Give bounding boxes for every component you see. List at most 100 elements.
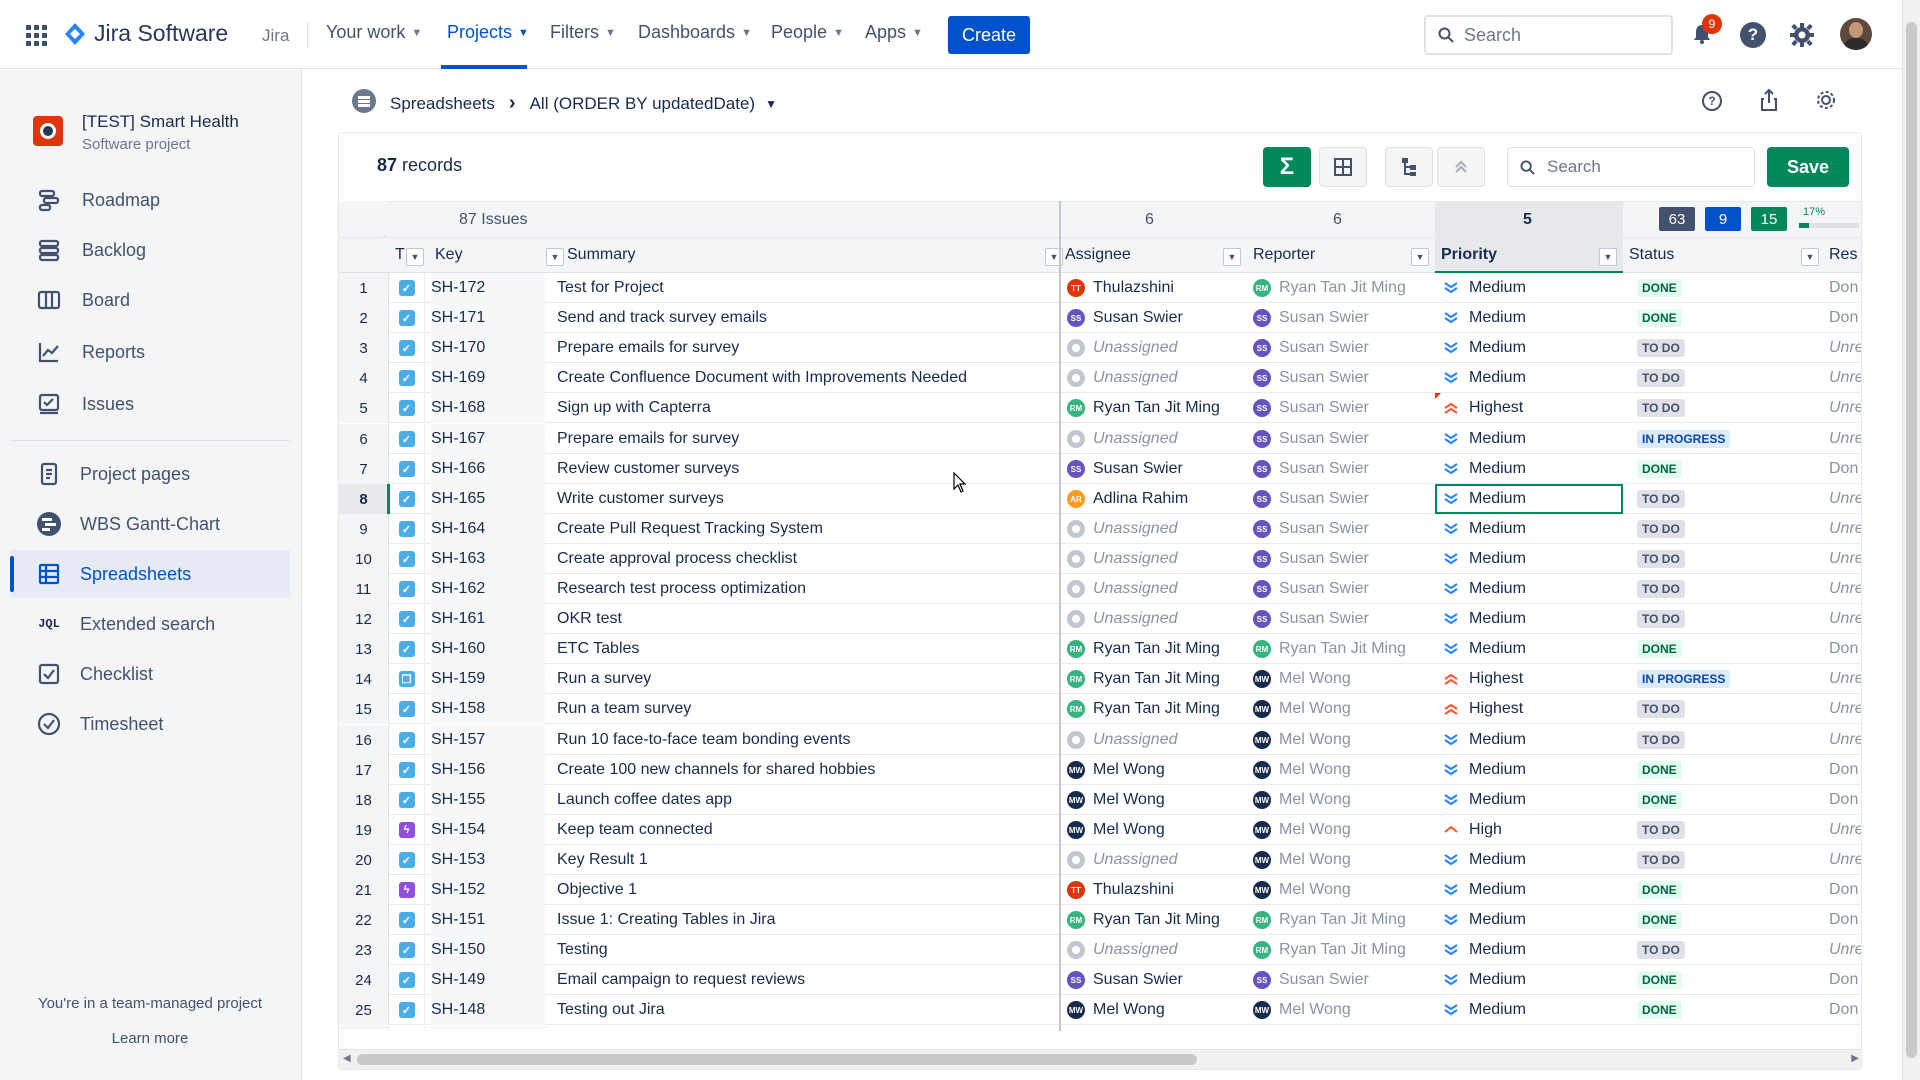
issue-type-cell[interactable]: ϟ [389,875,425,905]
sidebar-item-checklist[interactable]: Checklist [10,650,290,698]
priority-cell[interactable]: Medium [1435,995,1623,1025]
row-number[interactable]: 20 [339,845,389,875]
status-cell[interactable]: DONE [1637,965,1823,995]
global-search[interactable]: Search [1424,15,1673,55]
table-row[interactable]: 6 ✓ SH-167 Prepare emails for survey Unassig… [339,424,1861,454]
reporter-cell[interactable]: SS Susan Swier [1253,363,1435,393]
reporter-cell[interactable]: SS Susan Swier [1253,303,1435,333]
priority-cell[interactable]: Medium [1435,333,1623,363]
assignee-cell[interactable]: Unassigned [1067,935,1249,965]
reporter-cell[interactable]: RM Ryan Tan Jit Ming [1253,273,1435,303]
reporter-cell[interactable]: SS Susan Swier [1253,544,1435,574]
status-cell[interactable]: TO DO [1637,333,1823,363]
column-header-summary[interactable]: Summary [567,246,635,264]
status-filter-icon[interactable]: ▼ [1801,248,1819,266]
key-filter-icon[interactable]: ▼ [546,248,564,266]
assignee-cell[interactable]: Unassigned [1067,544,1249,574]
summary-cell[interactable]: Testing out Jira [557,995,1059,1025]
resolution-cell[interactable]: Unre [1823,514,1861,544]
summary-cell[interactable]: Create Confluence Document with Improvem… [557,363,1059,393]
table-row[interactable]: 13 ✓ SH-160 ETC Tables RM Ryan Tan Jit Ming RM… [339,634,1861,664]
table-row[interactable]: 19 ϟ SH-154 Keep team connected MW Mel Wong MW… [339,815,1861,845]
summary-cell[interactable]: Review customer surveys [557,454,1059,484]
issue-type-cell[interactable]: ✓ [389,393,425,423]
priority-cell[interactable]: Medium [1435,303,1623,333]
issue-type-cell[interactable]: ✓ [389,935,425,965]
status-cell[interactable]: TO DO [1637,845,1823,875]
status-cell[interactable]: IN PROGRESS [1637,424,1823,454]
status-cell[interactable]: TO DO [1637,935,1823,965]
resolution-cell[interactable]: Don [1823,273,1861,303]
row-number[interactable]: 11 [339,574,389,604]
jira-logo[interactable]: Jira Software [64,20,228,47]
menu-projects[interactable]: Projects ▼ [447,22,529,43]
resolution-cell[interactable]: Don [1823,454,1861,484]
issue-type-cell[interactable]: ✓ [389,303,425,333]
resolution-cell[interactable]: Unre [1823,845,1861,875]
issue-key-cell[interactable]: SH-156 [431,755,545,785]
table-row[interactable]: 22 ✓ SH-151 Issue 1: Creating Tables in Jir… [339,905,1861,935]
summary-cell[interactable]: Prepare emails for survey [557,424,1059,454]
priority-cell[interactable]: High [1435,815,1623,845]
reporter-cell[interactable]: SS Susan Swier [1253,393,1435,423]
issue-type-cell[interactable]: ✓ [389,694,425,724]
row-number[interactable]: 2 [339,303,389,333]
issue-type-cell[interactable]: ✓ [389,905,425,935]
priority-cell[interactable]: Medium [1435,845,1623,875]
summary-cell[interactable]: Research test process optimization [557,574,1059,604]
resolution-cell[interactable]: Unre [1823,363,1861,393]
reporter-cell[interactable]: MW Mel Wong [1253,725,1435,755]
issue-key-cell[interactable]: SH-163 [431,544,545,574]
reporter-cell[interactable]: MW Mel Wong [1253,664,1435,694]
resolution-cell[interactable]: Unre [1823,935,1861,965]
column-header-key[interactable]: Key [435,246,463,264]
issue-key-cell[interactable]: SH-171 [431,303,545,333]
table-row[interactable]: 18 ✓ SH-155 Launch coffee dates app MW Mel Wo… [339,785,1861,815]
status-cell[interactable]: TO DO [1637,514,1823,544]
row-number[interactable]: 4 [339,363,389,393]
issue-key-cell[interactable]: SH-158 [431,694,545,724]
reporter-cell[interactable]: MW Mel Wong [1253,995,1435,1025]
priority-cell[interactable]: Highest [1435,664,1623,694]
summary-cell[interactable]: Run 10 face-to-face team bonding events [557,725,1059,755]
menu-filters[interactable]: Filters ▼ [550,22,616,43]
spreadsheet-settings-icon[interactable] [1815,89,1837,116]
priority-cell[interactable]: Medium [1435,965,1623,995]
assignee-cell[interactable]: Unassigned [1067,725,1249,755]
resolution-cell[interactable]: Unre [1823,604,1861,634]
row-number[interactable]: 13 [339,634,389,664]
issue-key-cell[interactable]: SH-149 [431,965,545,995]
project-name[interactable]: [TEST] Smart Health [82,112,239,132]
vertical-page-scrollbar[interactable] [1902,0,1920,1080]
reporter-cell[interactable]: SS Susan Swier [1253,484,1435,514]
priority-cell[interactable]: Medium [1435,604,1623,634]
resolution-cell[interactable]: Don [1823,875,1861,905]
sidebar-item-board[interactable]: Board [10,276,290,324]
summary-cell[interactable]: Issue 1: Creating Tables in Jira [557,905,1059,935]
priority-cell[interactable]: Medium [1435,935,1623,965]
table-row[interactable]: 5 ✓ SH-168 Sign up with Capterra RM Ryan Tan … [339,393,1861,423]
summary-cell[interactable]: Email campaign to request reviews [557,965,1059,995]
reporter-cell[interactable]: RM Ryan Tan Jit Ming [1253,905,1435,935]
user-avatar[interactable] [1840,18,1872,50]
grid-search[interactable]: Search [1507,147,1755,187]
row-number[interactable]: 24 [339,965,389,995]
issue-key-cell[interactable]: SH-153 [431,845,545,875]
save-button[interactable]: Save [1767,147,1849,187]
priority-cell[interactable]: Medium [1435,544,1623,574]
create-button[interactable]: Create [948,16,1030,54]
reporter-cell[interactable]: MW Mel Wong [1253,785,1435,815]
resolution-cell[interactable]: Don [1823,905,1861,935]
priority-cell[interactable]: Medium [1435,785,1623,815]
issue-key-cell[interactable]: SH-151 [431,905,545,935]
reporter-cell[interactable]: MW Mel Wong [1253,875,1435,905]
assignee-cell[interactable]: TT Thulazshini [1067,875,1249,905]
table-row[interactable]: 10 ✓ SH-163 Create approval process checkli… [339,544,1861,574]
resolution-cell[interactable]: Unre [1823,725,1861,755]
status-cell[interactable]: DONE [1637,785,1823,815]
summary-cell[interactable]: Run a team survey [557,694,1059,724]
sidebar-item-reports[interactable]: Reports [10,328,290,376]
resolution-cell[interactable]: Unre [1823,694,1861,724]
status-cell[interactable]: DONE [1637,755,1823,785]
issue-key-cell[interactable]: SH-147 [431,1026,545,1029]
